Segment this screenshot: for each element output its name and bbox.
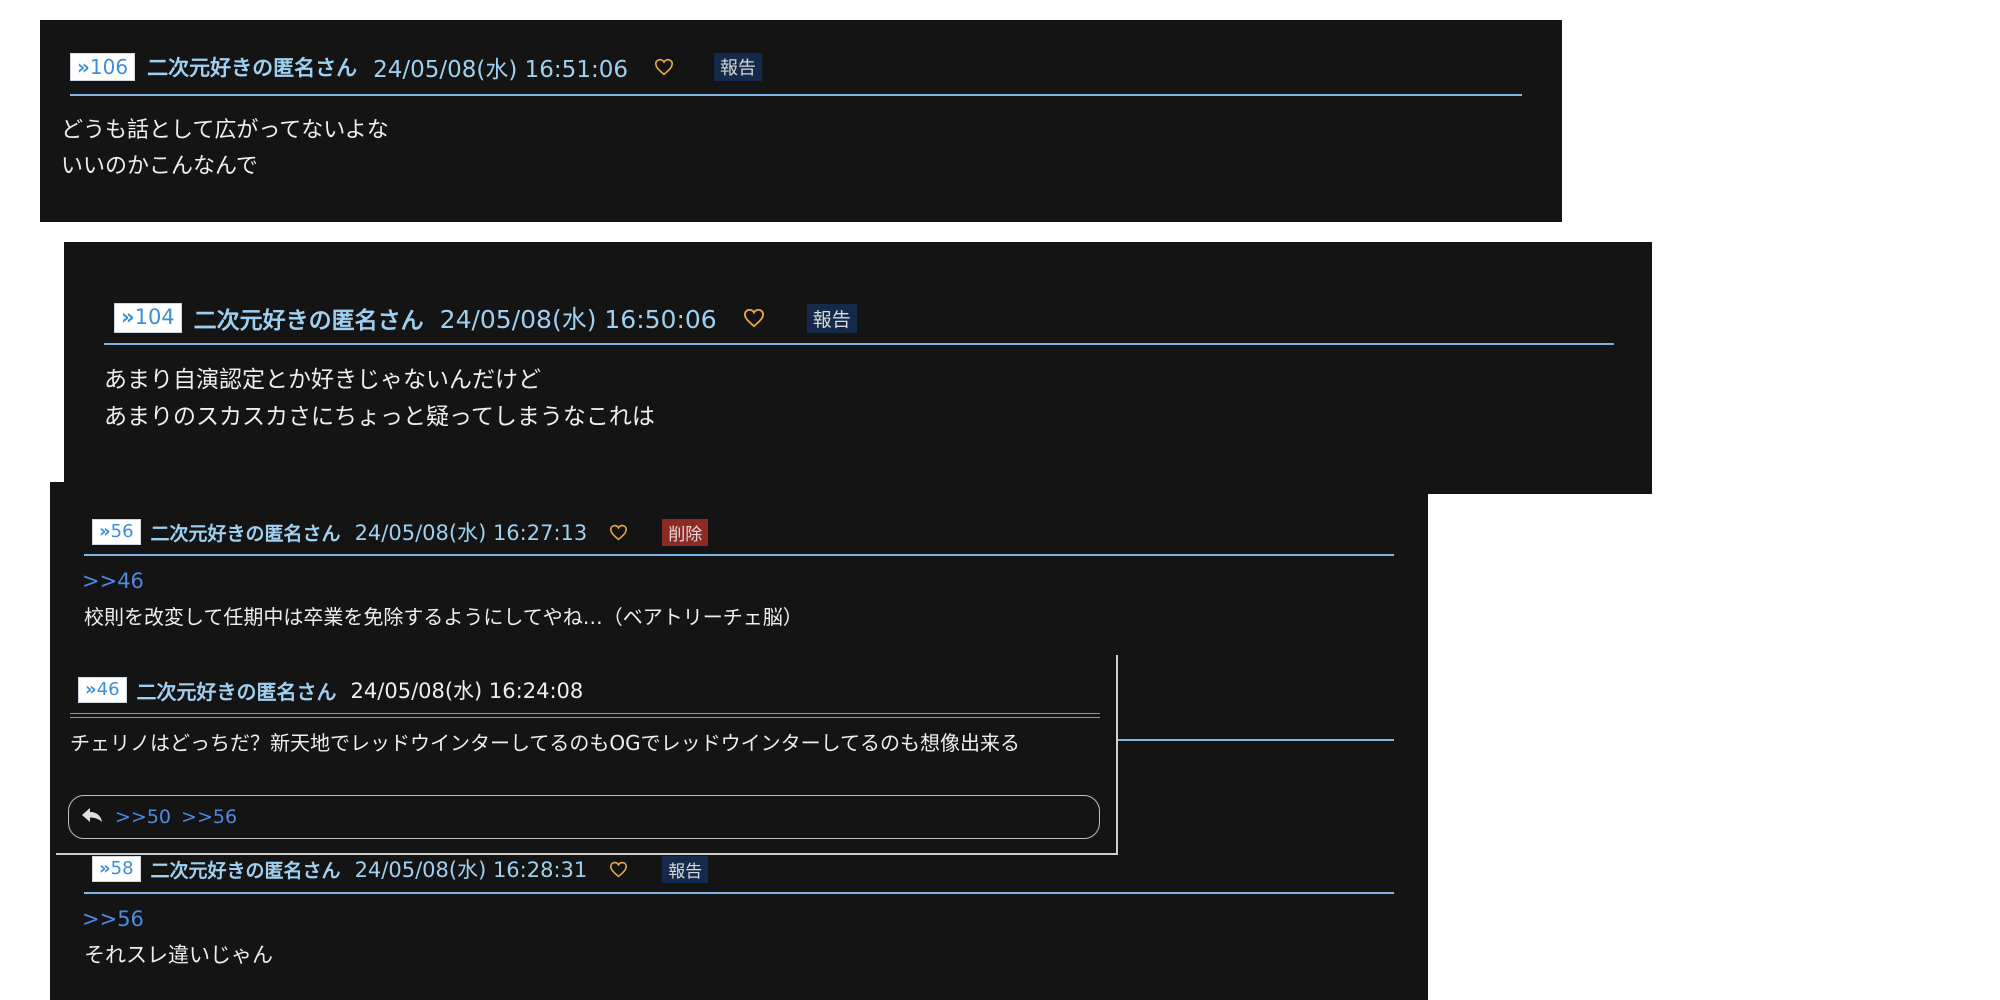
- poster-name: 二次元好きの匿名さん: [136, 679, 337, 704]
- content-divider: [1110, 739, 1394, 741]
- post-number-button[interactable]: » 58: [92, 856, 141, 882]
- header-divider-lower: [70, 717, 1100, 718]
- post-body-line: どうも話として広がってないよな: [61, 118, 389, 143]
- post-body-line: それスレ違いじゃん: [84, 943, 273, 967]
- post-104: »104 二次元好きの匿名さん 24/05/08(水) 16:50:06 報告 …: [64, 242, 1652, 494]
- post-datetime: 24/05/08(水) 16:27:13: [354, 521, 588, 545]
- reply-anchor-link[interactable]: >>46: [82, 569, 144, 593]
- report-button[interactable]: 報告: [662, 855, 709, 883]
- header-divider: [84, 554, 1394, 556]
- heart-icon[interactable]: [743, 308, 765, 328]
- post-body-line: チェリノはどっちだ？新天地でレッドウインターしてるのもOGでレッドウインターして…: [70, 731, 1021, 755]
- post-number-button[interactable]: » 106: [70, 53, 136, 81]
- chevron-right-icon: »: [99, 858, 111, 880]
- post-number: 58: [110, 858, 134, 880]
- poster-name: 二次元好きの匿名さん: [150, 522, 341, 545]
- chevron-right-icon: »: [85, 679, 97, 701]
- post-datetime: 24/05/08(水) 16:50:06: [439, 305, 717, 334]
- reply-arrow-icon: [81, 807, 103, 827]
- report-button[interactable]: 報告: [713, 53, 762, 81]
- heart-icon[interactable]: [609, 524, 628, 541]
- anchor-popup-post-46: » 46 二次元好きの匿名さん 24/05/08(水) 16:24:08 チェリノ…: [56, 655, 1118, 855]
- post-number-button[interactable]: » 46: [78, 677, 127, 703]
- replies-bar: >>50 >>56: [68, 795, 1100, 839]
- post-body-line: 校則を改変して任期中は卒業を免除するようにしてやね…（ベアトリーチェ脳）: [84, 605, 803, 629]
- post-56-header: » 56 二次元好きの匿名さん 24/05/08(水) 16:27:13 削除: [92, 517, 709, 547]
- post-46-header: » 46 二次元好きの匿名さん 24/05/08(水) 16:24:08: [78, 675, 583, 705]
- heart-icon[interactable]: [609, 861, 628, 878]
- post-datetime: 24/05/08(水) 16:28:31: [354, 858, 588, 882]
- post-body-line: あまり自演認定とか好きじゃないんだけど: [104, 367, 541, 393]
- post-body-line: あまりのスカスカさにちょっと疑ってしまうなこれは: [104, 404, 655, 430]
- post-number-button[interactable]: »104: [114, 303, 182, 333]
- post-header: » 106 二次元好きの匿名さん 24/05/08(水) 16:51:06 報告: [70, 50, 762, 84]
- post-number: 106: [89, 55, 129, 79]
- post-number-button[interactable]: » 56: [92, 519, 141, 545]
- poster-name: 二次元好きの匿名さん: [147, 56, 358, 80]
- post-number: 104: [134, 305, 175, 330]
- poster-name: 二次元好きの匿名さん: [193, 308, 424, 334]
- post-header: »104 二次元好きの匿名さん 24/05/08(水) 16:50:06 報告: [114, 300, 857, 336]
- reply-link-56[interactable]: >>56: [181, 806, 237, 828]
- reply-anchor-link[interactable]: >>56: [82, 907, 144, 931]
- chevron-right-icon: »: [121, 305, 135, 330]
- post-datetime: 24/05/08(水) 16:24:08: [350, 679, 584, 703]
- poster-name: 二次元好きの匿名さん: [150, 859, 341, 882]
- header-divider: [104, 343, 1614, 345]
- post-datetime: 24/05/08(水) 16:51:06: [373, 57, 628, 83]
- report-button[interactable]: 報告: [806, 303, 857, 333]
- delete-button[interactable]: 削除: [662, 518, 709, 546]
- reply-link-50[interactable]: >>50: [115, 806, 171, 828]
- header-divider: [70, 713, 1100, 714]
- post-58-header: » 58 二次元好きの匿名さん 24/05/08(水) 16:28:31 報告: [92, 854, 709, 884]
- chevron-right-icon: »: [99, 521, 111, 543]
- post-106: » 106 二次元好きの匿名さん 24/05/08(水) 16:51:06 報告 …: [40, 20, 1562, 222]
- post-body-line: いいのかこんなんで: [61, 154, 258, 179]
- header-divider: [70, 94, 1522, 96]
- post-number: 56: [110, 521, 134, 543]
- chevron-right-icon: »: [77, 55, 90, 79]
- post-number: 46: [96, 679, 120, 701]
- heart-icon[interactable]: [654, 58, 674, 76]
- header-divider: [84, 892, 1394, 894]
